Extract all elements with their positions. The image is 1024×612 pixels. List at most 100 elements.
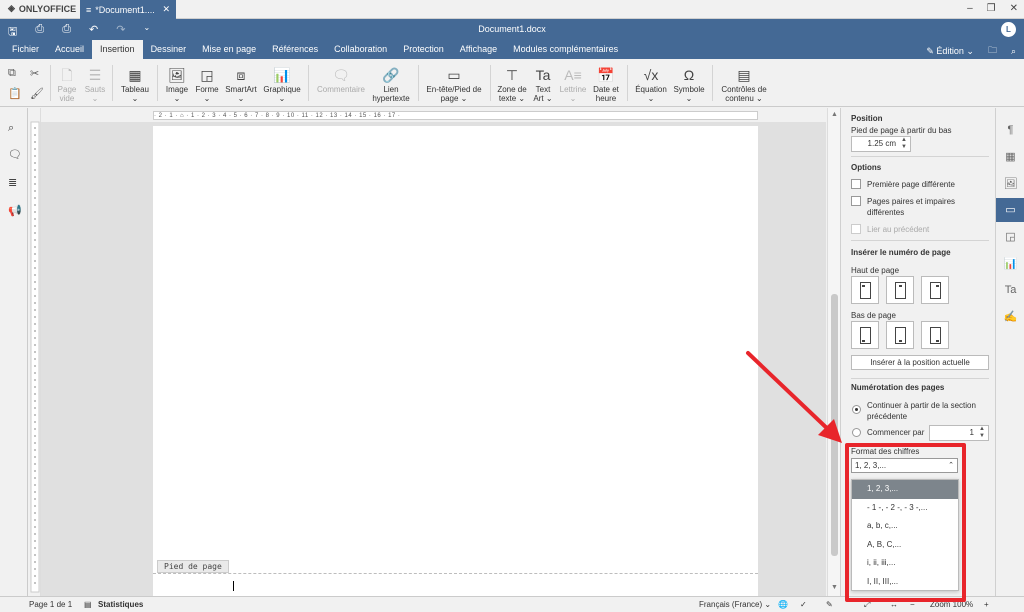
top-right-number-button[interactable] — [921, 276, 949, 304]
feedback-icon[interactable]: 📢 — [8, 204, 22, 217]
options-title: Options — [851, 163, 882, 172]
app-brand: ONLYOFFICE — [18, 3, 77, 14]
scroll-up-icon[interactable]: ▲ — [831, 111, 838, 118]
odd-even-checkbox[interactable] — [851, 196, 861, 206]
insert-current-position-button[interactable]: Insérer à la position actuelle — [851, 355, 989, 370]
header-footer-settings-icon[interactable]: ▭ — [996, 198, 1024, 222]
restore-icon[interactable]: ❐ — [987, 3, 996, 14]
copy-icon[interactable]: ⧉ — [8, 67, 16, 80]
tab-modules[interactable]: Modules complémentaires — [505, 40, 626, 59]
ruler-scale[interactable]: · 2 · 1 · ⌂ · 1 · 2 · 3 · 4 · 5 · 6 · 7 … — [153, 111, 758, 120]
tab-insertion[interactable]: Insertion — [92, 40, 143, 59]
format-option[interactable]: I, II, III,... — [852, 573, 958, 592]
statistics-button[interactable]: Statistiques — [98, 600, 143, 609]
tab-references[interactable]: Références — [264, 40, 326, 59]
open-location-icon[interactable]: 🗀 — [988, 43, 997, 59]
bottom-right-number-button[interactable] — [921, 321, 949, 349]
content-controls-button[interactable]: ▤ Contrôles de contenu ⌄ — [716, 65, 772, 103]
zoom-in-icon[interactable]: + — [984, 600, 989, 609]
horizontal-ruler: · 2 · 1 · ⌂ · 1 · 2 · 3 · 4 · 5 · 6 · 7 … — [41, 108, 826, 122]
smartart-button[interactable]: ⧈ SmartArt ⌄ — [223, 65, 259, 103]
ribbon-separator — [308, 65, 309, 101]
start-at-radio[interactable] — [852, 428, 861, 437]
format-painter-icon[interactable]: 🖌 — [30, 87, 44, 100]
number-format-select[interactable]: 1, 2, 3,... ⌃ — [851, 458, 958, 473]
page-top-left-icon — [860, 282, 871, 299]
link-previous-checkbox[interactable] — [851, 224, 861, 234]
tab-fichier[interactable]: Fichier — [4, 40, 47, 59]
globe-icon[interactable]: 🌐 — [778, 600, 788, 609]
tab-dessiner[interactable]: Dessiner — [143, 40, 195, 59]
drop-cap-button[interactable]: A≡ Lettrine ⌄ — [556, 65, 590, 103]
image-button[interactable]: 🖼 Image ⌄ — [162, 65, 192, 103]
table-settings-icon[interactable]: ▦ — [996, 145, 1024, 169]
bottom-center-number-button[interactable] — [886, 321, 914, 349]
document-page[interactable] — [153, 126, 758, 596]
format-option[interactable]: - 1 -, - 2 -, - 3 -,... — [852, 499, 958, 518]
fit-width-icon[interactable]: ↔ — [890, 600, 898, 609]
table-button[interactable]: ▦ Tableau ⌄ — [118, 65, 152, 103]
format-option[interactable]: A, B, C,... — [852, 536, 958, 555]
start-at-spinner[interactable]: 1 ▲ ▼ — [929, 425, 989, 441]
format-option[interactable]: i, ii, iii,... — [852, 554, 958, 573]
fit-page-icon[interactable]: ⤢ — [864, 600, 870, 610]
continue-radio[interactable] — [852, 405, 861, 414]
track-changes-icon[interactable]: ✎ — [826, 600, 833, 609]
chart-button[interactable]: 📊 Graphique ⌄ — [262, 65, 302, 103]
date-time-button[interactable]: 📅 Date et heure — [590, 65, 622, 103]
tab-mise-en-page[interactable]: Mise en page — [194, 40, 264, 59]
text-art-button[interactable]: Ta Text Art ⌄ — [530, 65, 556, 103]
signature-settings-icon[interactable]: ✍ — [996, 305, 1024, 329]
tab-affichage[interactable]: Affichage — [452, 40, 505, 59]
zoom-out-icon[interactable]: − — [910, 600, 915, 609]
navigation-icon[interactable]: ≣ — [8, 176, 17, 189]
language-button[interactable]: Français (France) ⌄ — [699, 600, 771, 609]
text-box-button[interactable]: ⊤ Zone de texte ⌄ — [494, 65, 530, 103]
user-avatar[interactable]: L — [1001, 22, 1016, 37]
minimize-icon[interactable]: – — [967, 3, 973, 14]
tab-accueil[interactable]: Accueil — [47, 40, 92, 59]
position-spinner[interactable]: 1.25 cm ▲ ▼ — [851, 136, 911, 152]
edit-mode-button[interactable]: ✎ Édition ⌄ — [926, 46, 974, 57]
header-footer-button[interactable]: ▭ En-tête/Pied de page ⌄ — [422, 65, 486, 103]
scrollbar-thumb[interactable] — [831, 294, 838, 556]
comments-icon[interactable]: 🗨 — [8, 148, 22, 161]
shape-button[interactable]: ◲ Forme ⌄ — [193, 65, 221, 103]
bottom-left-number-button[interactable] — [851, 321, 879, 349]
chart-settings-icon[interactable]: 📊 — [996, 252, 1024, 276]
hyperlink-button[interactable]: 🔗 Lien hypertexte — [368, 65, 414, 103]
close-tab-icon[interactable]: ✕ — [162, 4, 170, 15]
paragraph-settings-icon[interactable]: ¶ — [996, 118, 1024, 142]
image-settings-icon[interactable]: 🖼 — [996, 172, 1024, 196]
tab-collaboration[interactable]: Collaboration — [326, 40, 395, 59]
top-center-number-button[interactable] — [886, 276, 914, 304]
blank-page-button[interactable]: 🗋 Page vide — [54, 65, 80, 103]
document-tab[interactable]: ≡ *Document1.... ✕ — [80, 0, 176, 19]
comment-button[interactable]: 🗨 Commentaire — [314, 65, 368, 94]
page-indicator[interactable]: Page 1 de 1 — [29, 600, 72, 609]
search-icon[interactable]: ⌕ — [8, 122, 14, 135]
spinner-arrows-icon[interactable]: ▲ ▼ — [979, 426, 985, 440]
shape-settings-icon[interactable]: ◲ — [996, 225, 1024, 249]
tab-protection[interactable]: Protection — [395, 40, 452, 59]
spinner-arrows-icon[interactable]: ▲ ▼ — [901, 137, 907, 151]
format-option[interactable]: 1, 2, 3,... — [852, 480, 958, 499]
equation-button[interactable]: √x Équation ⌄ — [632, 65, 670, 103]
top-left-number-button[interactable] — [851, 276, 879, 304]
link-previous-label: Lier au précédent — [867, 225, 930, 234]
close-window-icon[interactable]: ✕ — [1010, 3, 1018, 14]
spellcheck-icon[interactable]: ✓ — [800, 600, 807, 609]
scroll-down-icon[interactable]: ▼ — [831, 584, 838, 591]
section-divider — [851, 156, 989, 157]
cut-icon[interactable]: ✂ — [30, 67, 39, 80]
breaks-button[interactable]: ☰ Sauts ⌄ — [82, 65, 108, 103]
symbol-button[interactable]: Ω Symbole ⌄ — [672, 65, 706, 103]
search-icon[interactable]: ⌕ — [1011, 46, 1016, 57]
format-option[interactable]: a, b, c,... — [852, 517, 958, 536]
vertical-scrollbar[interactable]: ▲ ▼ — [827, 108, 840, 596]
paste-icon[interactable]: 📋 — [8, 87, 22, 100]
first-page-checkbox[interactable] — [851, 179, 861, 189]
pen-icon: ✎ — [926, 45, 937, 56]
text-art-settings-icon[interactable]: Ta — [996, 278, 1024, 302]
statistics-icon[interactable]: ▤ — [84, 600, 92, 609]
